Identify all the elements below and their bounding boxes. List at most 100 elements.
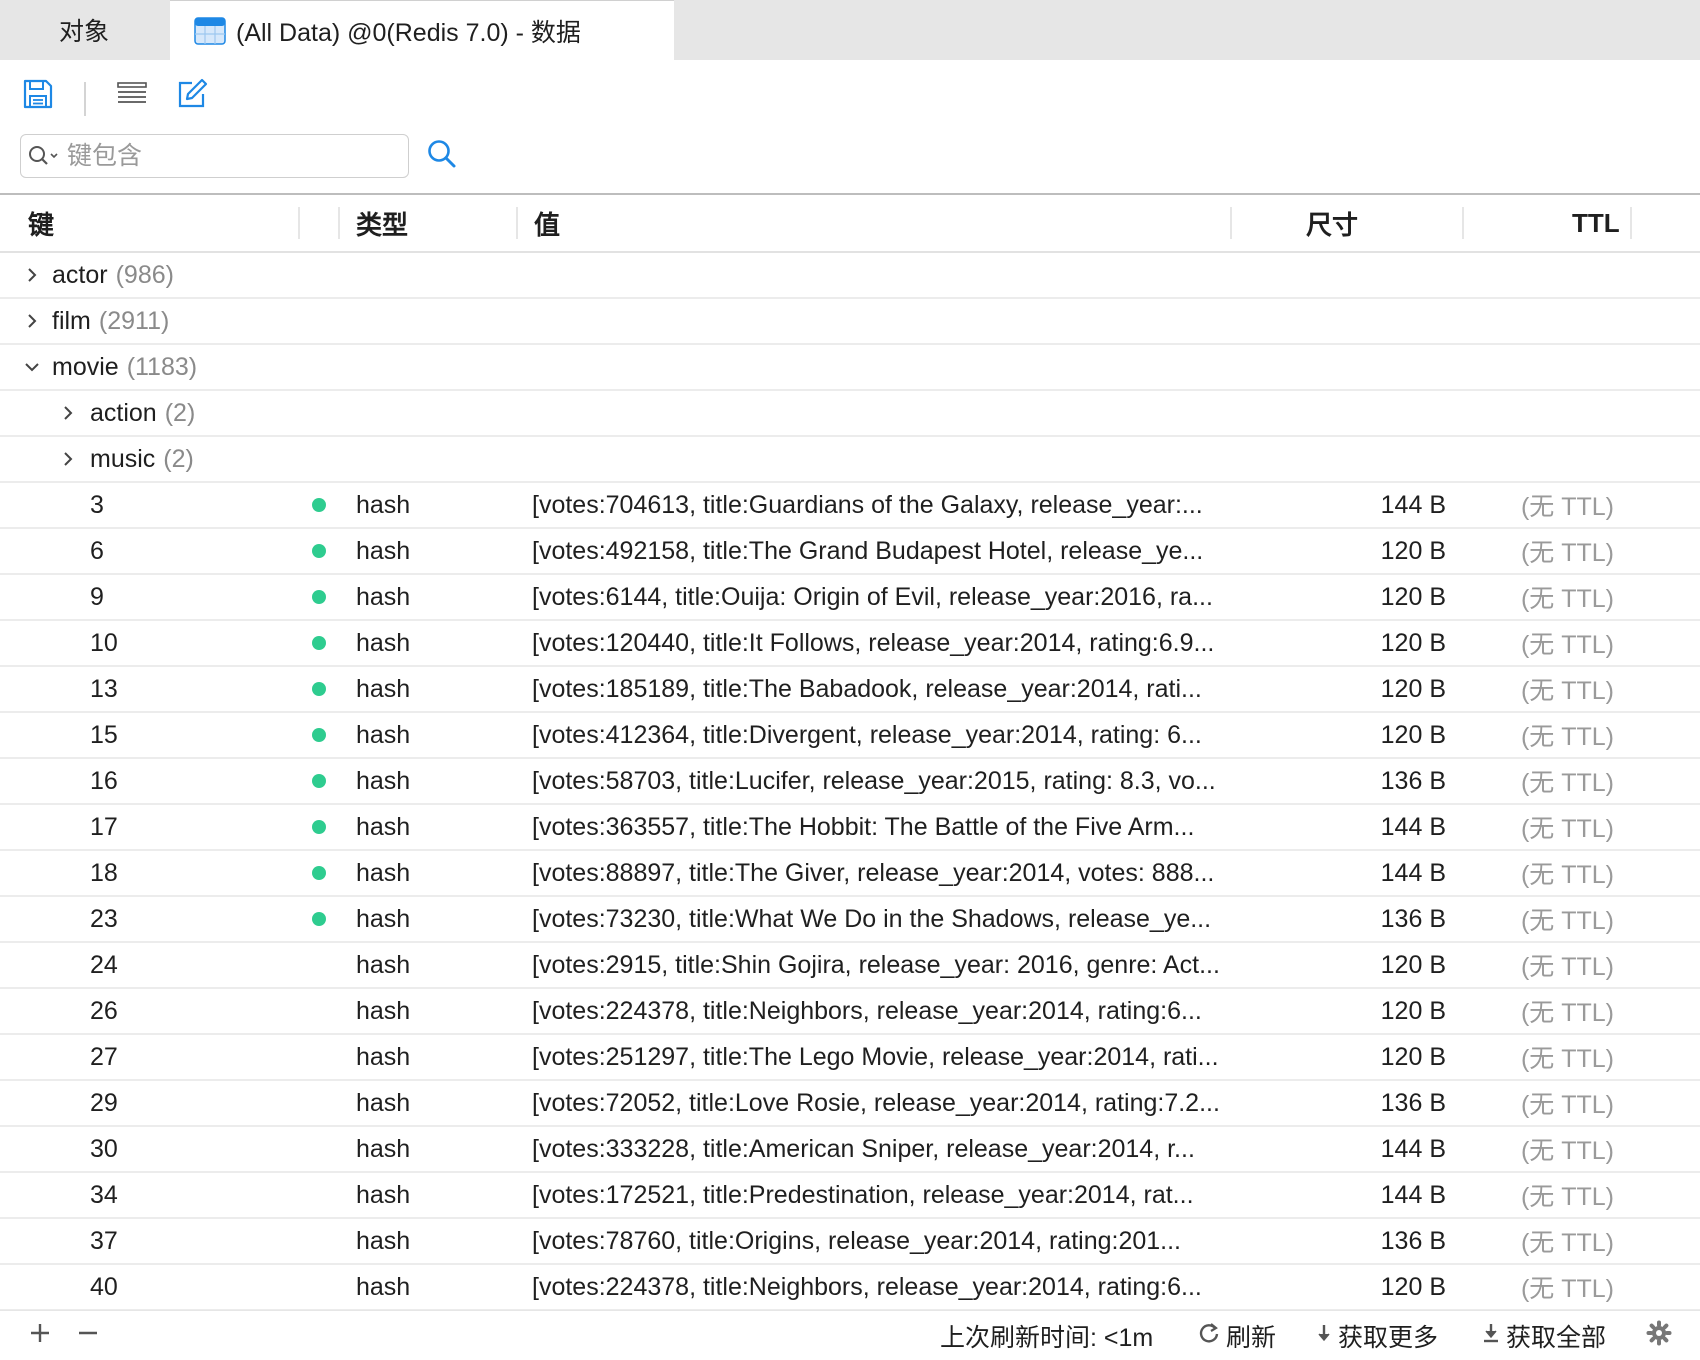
row-type: hash bbox=[356, 766, 411, 795]
chevron-right-icon[interactable] bbox=[58, 437, 78, 481]
search-input[interactable] bbox=[67, 141, 387, 171]
row-ttl: (无 TTL) bbox=[1520, 953, 1614, 981]
group-name: action (2) bbox=[90, 398, 196, 427]
last-refresh-text: 上次刷新时间: <1m bbox=[940, 1324, 1154, 1352]
gear-icon bbox=[1646, 1320, 1672, 1353]
chevron-right-icon[interactable] bbox=[22, 253, 42, 297]
column-divider[interactable] bbox=[1230, 207, 1232, 239]
row-key: 27 bbox=[90, 1042, 118, 1071]
table-row[interactable]: 37 hash [votes:78760, title:Origins, rel… bbox=[0, 1219, 1700, 1265]
row-key: 37 bbox=[90, 1226, 118, 1255]
table-row[interactable]: 29 hash [votes:72052, title:Love Rosie, … bbox=[0, 1081, 1700, 1127]
table-row[interactable]: 17 hash [votes:363557, title:The Hobbit:… bbox=[0, 805, 1700, 851]
fetch-more-button[interactable]: 获取更多 bbox=[1316, 1311, 1438, 1360]
chevron-right-icon[interactable] bbox=[58, 391, 78, 435]
row-ttl: (无 TTL) bbox=[1520, 1229, 1614, 1257]
remove-icon bbox=[76, 1321, 100, 1352]
column-type[interactable]: 类型 bbox=[356, 195, 408, 251]
settings-button[interactable] bbox=[1646, 1311, 1672, 1360]
row-type: hash bbox=[356, 1180, 411, 1209]
row-size: 120 B bbox=[1380, 950, 1446, 979]
table-row[interactable]: 24 hash [votes:2915, title:Shin Gojira, … bbox=[0, 943, 1700, 989]
group-name: movie (1183) bbox=[52, 352, 198, 381]
fetch-all-button[interactable]: 获取全部 bbox=[1482, 1311, 1606, 1360]
group-count: (2) bbox=[164, 398, 196, 427]
table-row[interactable]: 26 hash [votes:224378, title:Neighbors, … bbox=[0, 989, 1700, 1035]
row-ttl: (无 TTL) bbox=[1520, 539, 1614, 567]
chevron-right-icon[interactable] bbox=[22, 299, 42, 343]
table-body: actor (986) film (2911) movie (1183) act… bbox=[0, 253, 1700, 1311]
modified-dot-icon bbox=[312, 590, 326, 604]
modified-dot-icon bbox=[312, 866, 326, 880]
search-field[interactable] bbox=[20, 134, 409, 178]
app-window: 对象 (All Data) @0(Redis 7.0) - 数据 键包含 键 类… bbox=[0, 0, 1700, 1360]
table-row[interactable]: 40 hash [votes:224378, title:Neighbors, … bbox=[0, 1265, 1700, 1311]
column-divider[interactable] bbox=[298, 207, 300, 239]
column-value[interactable]: 值 bbox=[534, 195, 560, 251]
chevron-down-icon[interactable] bbox=[22, 345, 42, 389]
data-panel: 键 类型 值 尺寸 TTL actor(986 bbox=[0, 60, 1700, 1360]
save-icon bbox=[21, 77, 55, 116]
column-divider[interactable] bbox=[516, 207, 518, 239]
table-row[interactable]: 10 hash [votes:120440, title:It Follows,… bbox=[0, 621, 1700, 667]
refresh-icon bbox=[1198, 1322, 1220, 1350]
column-divider[interactable] bbox=[338, 207, 340, 239]
list-view-button[interactable] bbox=[112, 76, 152, 116]
group-row-action[interactable]: action (2) bbox=[0, 391, 1700, 437]
table-row[interactable]: 34 hash [votes:172521, title:Predestinat… bbox=[0, 1173, 1700, 1219]
tab-data[interactable]: (All Data) @0(Redis 7.0) - 数据 bbox=[170, 0, 674, 60]
save-button[interactable] bbox=[18, 76, 58, 116]
row-ttl: (无 TTL) bbox=[1520, 1183, 1614, 1211]
tab-objects[interactable]: 对象 bbox=[0, 0, 168, 60]
table-row[interactable]: 27 hash [votes:251297, title:The Lego Mo… bbox=[0, 1035, 1700, 1081]
row-key: 10 bbox=[90, 628, 118, 657]
table-row[interactable]: 30 hash [votes:333228, title:American Sn… bbox=[0, 1127, 1700, 1173]
column-size[interactable]: 尺寸 bbox=[1306, 195, 1358, 251]
add-key-button[interactable] bbox=[28, 1311, 52, 1360]
group-row-music[interactable]: music (2) bbox=[0, 437, 1700, 483]
column-ttl[interactable]: TTL bbox=[1572, 195, 1620, 251]
row-size: 120 B bbox=[1380, 536, 1446, 565]
search-filter-icon[interactable] bbox=[21, 134, 67, 178]
row-ttl: (无 TTL) bbox=[1520, 861, 1614, 889]
table-row[interactable]: 15 hash [votes:412364, title:Divergent, … bbox=[0, 713, 1700, 759]
group-name: music (2) bbox=[90, 444, 194, 473]
column-key[interactable]: 键 bbox=[28, 195, 54, 251]
modified-dot-icon bbox=[312, 820, 326, 834]
row-type: hash bbox=[356, 582, 411, 611]
row-size: 136 B bbox=[1380, 766, 1446, 795]
add-icon bbox=[28, 1321, 52, 1352]
table-row[interactable]: 18 hash [votes:88897, title:The Giver, r… bbox=[0, 851, 1700, 897]
toolbar-separator bbox=[84, 82, 86, 116]
arrow-down-icon bbox=[1316, 1322, 1332, 1350]
row-value: [votes:88897, title:The Giver, release_y… bbox=[532, 858, 1215, 887]
group-row-movie[interactable]: movie (1183) bbox=[0, 345, 1700, 391]
row-type: hash bbox=[356, 720, 411, 749]
modified-dot-icon bbox=[312, 774, 326, 788]
refresh-button[interactable]: 刷新 bbox=[1198, 1311, 1276, 1360]
row-size: 136 B bbox=[1380, 904, 1446, 933]
tab-data-label: (All Data) @0(Redis 7.0) - 数据 bbox=[236, 18, 581, 47]
table-row[interactable]: 3 hash [votes:704613, title:Guardians of… bbox=[0, 483, 1700, 529]
group-count: (1183) bbox=[126, 352, 198, 381]
row-ttl: (无 TTL) bbox=[1520, 585, 1614, 613]
table-row[interactable]: 6 hash [votes:492158, title:The Grand Bu… bbox=[0, 529, 1700, 575]
table-row[interactable]: 13 hash [votes:185189, title:The Babadoo… bbox=[0, 667, 1700, 713]
modified-dot-icon bbox=[312, 544, 326, 558]
group-row-film[interactable]: film (2911) bbox=[0, 299, 1700, 345]
table-row[interactable]: 9 hash [votes:6144, title:Ouija: Origin … bbox=[0, 575, 1700, 621]
group-row-actor[interactable]: actor (986) bbox=[0, 253, 1700, 299]
column-divider[interactable] bbox=[1630, 207, 1632, 239]
remove-key-button[interactable] bbox=[76, 1311, 100, 1360]
edit-button[interactable] bbox=[172, 76, 212, 116]
modified-dot-icon bbox=[312, 912, 326, 926]
status-bar: 上次刷新时间: <1m 刷新 获取更多 获取全部 bbox=[0, 1310, 1700, 1360]
table-row[interactable]: 23 hash [votes:73230, title:What We Do i… bbox=[0, 897, 1700, 943]
column-divider[interactable] bbox=[1462, 207, 1464, 239]
search-button[interactable] bbox=[424, 138, 460, 174]
row-key: 30 bbox=[90, 1134, 118, 1163]
row-key: 34 bbox=[90, 1180, 118, 1209]
fetch-all-label: 获取全部 bbox=[1506, 1324, 1607, 1352]
row-value: [votes:2915, title:Shin Gojira, release_… bbox=[532, 950, 1220, 979]
table-row[interactable]: 16 hash [votes:58703, title:Lucifer, rel… bbox=[0, 759, 1700, 805]
